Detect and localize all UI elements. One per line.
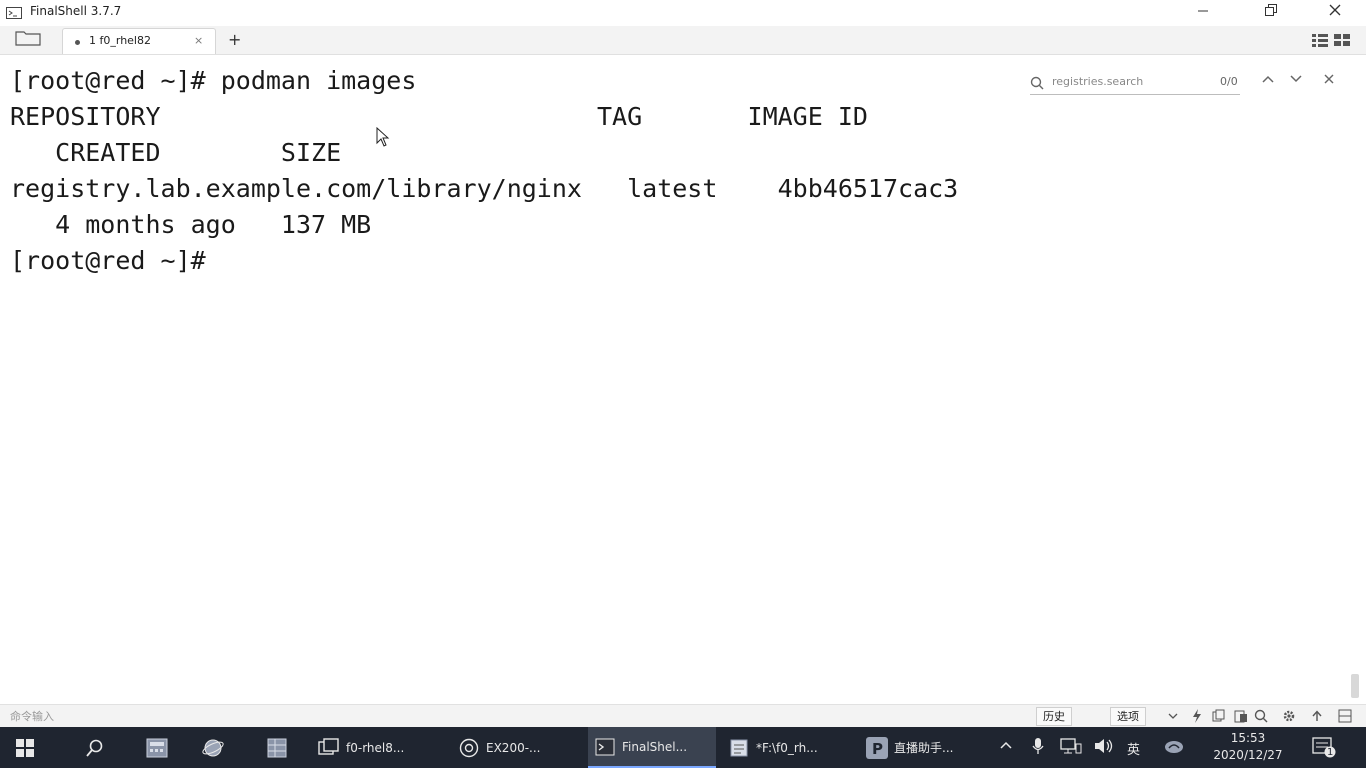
- grid-layout-icon[interactable]: [1312, 32, 1328, 51]
- search-tool-icon[interactable]: [1252, 708, 1269, 724]
- notification-count-badge: 1: [1327, 747, 1334, 758]
- restore-button[interactable]: [1248, 0, 1294, 24]
- terminal-line: 4 months ago 137 MB: [10, 210, 372, 239]
- globe-app-icon: [202, 737, 224, 759]
- windows-logo-icon: [14, 737, 36, 759]
- taskbar-window-live-assistant[interactable]: P 直播助手...: [866, 727, 953, 768]
- minimize-icon: [1198, 4, 1208, 20]
- ime-language-indicator[interactable]: 英: [1127, 739, 1140, 758]
- virtual-machine-icon: [318, 737, 340, 759]
- search-icon: [1030, 75, 1044, 94]
- search-close-icon[interactable]: [1324, 73, 1334, 88]
- command-input-bar: 命令输入 历史 选项: [0, 704, 1366, 727]
- terminal-scrollbar[interactable]: [1351, 674, 1359, 698]
- network-icon[interactable]: [1060, 738, 1082, 758]
- tab-bar: 1 f0_rhel82 × +: [0, 26, 1366, 55]
- minimize-button[interactable]: [1180, 0, 1226, 24]
- clock-date: 2020/12/27: [1213, 748, 1283, 762]
- taskbar-window-label: FinalShel...: [622, 739, 688, 754]
- paste-icon[interactable]: [1232, 708, 1249, 724]
- mouse-pointer-icon: [376, 126, 390, 151]
- taskbar-window-label: EX200-...: [486, 740, 541, 755]
- taskbar-app-browser[interactable]: [202, 727, 224, 768]
- close-window-button[interactable]: [1312, 0, 1358, 24]
- finalshell-app-icon: [6, 5, 22, 19]
- start-button[interactable]: [14, 727, 36, 768]
- search-prev-icon[interactable]: [1262, 73, 1274, 88]
- terminal-search-input[interactable]: registries.search: [1030, 72, 1240, 95]
- copy-icon[interactable]: [1210, 708, 1227, 724]
- terminal-line: registry.lab.example.com/library/nginx l…: [10, 174, 959, 203]
- taskbar-search-button[interactable]: [84, 727, 106, 768]
- restore-icon: [1265, 4, 1277, 20]
- layout-switcher: [1312, 32, 1350, 51]
- svg-text:P: P: [872, 740, 883, 758]
- fullscreen-icon[interactable]: [1336, 708, 1353, 724]
- search-query-text: registries.search: [1052, 75, 1144, 88]
- spreadsheet-icon: [266, 737, 288, 759]
- terminal-line: [root@red ~]# podman images: [10, 66, 417, 95]
- volume-icon[interactable]: [1094, 738, 1114, 758]
- tray-expand-icon[interactable]: [1000, 739, 1012, 754]
- terminal-app-icon: [594, 736, 616, 758]
- clock-time: 15:53: [1230, 731, 1266, 745]
- calculator-icon: [146, 737, 168, 759]
- sogou-input-icon[interactable]: [1164, 739, 1184, 759]
- p-app-icon: P: [866, 736, 888, 759]
- dropdown-icon[interactable]: [1164, 708, 1181, 724]
- title-bar: FinalShell 3.7.7: [0, 0, 1366, 24]
- close-icon: [1329, 4, 1341, 20]
- taskbar-window-finalshell[interactable]: FinalShel...: [588, 727, 716, 768]
- taskbar-window-label: *F:\f0_rh...: [756, 740, 818, 755]
- taskbar-window-ex200[interactable]: EX200-...: [458, 727, 540, 768]
- command-input[interactable]: 命令输入: [10, 708, 54, 724]
- tile-layout-icon[interactable]: [1334, 32, 1350, 51]
- taskbar-window-editor[interactable]: *F:\f0_rh...: [728, 727, 818, 768]
- window-title: FinalShell 3.7.7: [30, 4, 122, 18]
- taskbar-app-calculator[interactable]: [146, 727, 168, 768]
- search-icon: [84, 737, 106, 759]
- arrow-up-icon[interactable]: [1308, 708, 1325, 724]
- tab-label: 1 f0_rhel82: [89, 34, 151, 47]
- terminal-output[interactable]: [root@red ~]# podman images REPOSITORY T…: [0, 56, 1366, 704]
- terminal-line: REPOSITORY TAG IMAGE ID: [10, 102, 868, 131]
- system-clock[interactable]: 15:53 2020/12/27: [1198, 730, 1298, 764]
- search-match-count: 0/0: [1220, 75, 1238, 88]
- terminal-line: CREATED SIZE: [10, 138, 342, 167]
- options-button[interactable]: 选项: [1110, 707, 1146, 726]
- add-tab-icon[interactable]: +: [228, 30, 241, 49]
- terminal-line: [root@red ~]#: [10, 246, 206, 275]
- folder-icon: [15, 30, 41, 50]
- taskbar-app-grid[interactable]: [266, 727, 288, 768]
- gear-icon[interactable]: [1280, 708, 1297, 724]
- open-folder-button[interactable]: [12, 30, 44, 50]
- history-button[interactable]: 历史: [1036, 707, 1072, 726]
- notepad-icon: [728, 737, 750, 759]
- taskbar-window-label: f0-rhel8...: [346, 740, 405, 755]
- connection-status-dot: [75, 40, 80, 45]
- lightning-icon[interactable]: [1188, 708, 1205, 724]
- taskbar-window-label: 直播助手...: [894, 741, 954, 755]
- taskbar-window-f0-rhel8[interactable]: f0-rhel8...: [318, 727, 404, 768]
- tab-f0-rhel82[interactable]: 1 f0_rhel82 ×: [62, 28, 216, 54]
- windows-taskbar: f0-rhel8... EX200-... FinalShel... *F:\f…: [0, 727, 1366, 768]
- chrome-icon: [458, 737, 480, 759]
- microphone-icon[interactable]: [1032, 737, 1044, 759]
- search-next-icon[interactable]: [1290, 73, 1302, 88]
- tab-close-icon[interactable]: ×: [194, 34, 203, 47]
